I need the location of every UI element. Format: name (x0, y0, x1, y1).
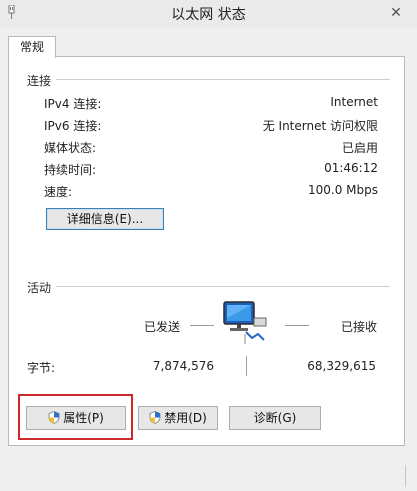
ipv6-label: IPv6 连接: (44, 119, 102, 133)
diagnose-button[interactable]: 诊断(G) (229, 406, 321, 430)
activity-group-title: 活动 (27, 279, 52, 296)
media-state-label: 媒体状态: (44, 141, 97, 155)
bytes-separator (246, 356, 247, 376)
bytes-label: 字节: (27, 361, 56, 375)
bottom-strip (0, 462, 417, 491)
window-title: 以太网 状态 (171, 7, 246, 23)
bytes-sent-value: 7,874,576 (152, 359, 214, 373)
general-tab-panel (8, 56, 405, 446)
duration-value: 01:46:12 (324, 161, 378, 175)
uac-shield-icon (149, 411, 161, 424)
bytes-received-value: 68,329,615 (307, 359, 376, 373)
disable-button[interactable]: 禁用(D) (138, 406, 218, 430)
tab-general[interactable]: 常规 (8, 36, 56, 58)
received-line (285, 325, 309, 326)
media-state-value: 已启用 (341, 141, 378, 155)
received-label: 已接收 (341, 320, 378, 334)
speed-label: 速度: (44, 185, 73, 199)
sent-line (190, 325, 214, 326)
ipv4-label: IPv4 连接: (44, 97, 102, 111)
speed-value: 100.0 Mbps (307, 183, 378, 197)
connection-group-title: 连接 (27, 72, 52, 89)
ipv4-value: Internet (330, 95, 378, 109)
sent-label: 已发送 (144, 320, 181, 334)
duration-label: 持续时间: (44, 163, 97, 177)
resize-grip[interactable] (405, 465, 413, 487)
network-computer-icon (223, 301, 267, 344)
ipv6-value: 无 Internet 访问权限 (262, 119, 378, 133)
close-button[interactable]: ✕ (383, 3, 409, 23)
disable-button-label: 禁用(D) (164, 411, 207, 425)
activity-group-divider (56, 286, 390, 287)
details-button[interactable]: 详细信息(E)... (46, 208, 164, 230)
highlight-box (18, 394, 133, 440)
connection-group-divider (56, 79, 390, 80)
